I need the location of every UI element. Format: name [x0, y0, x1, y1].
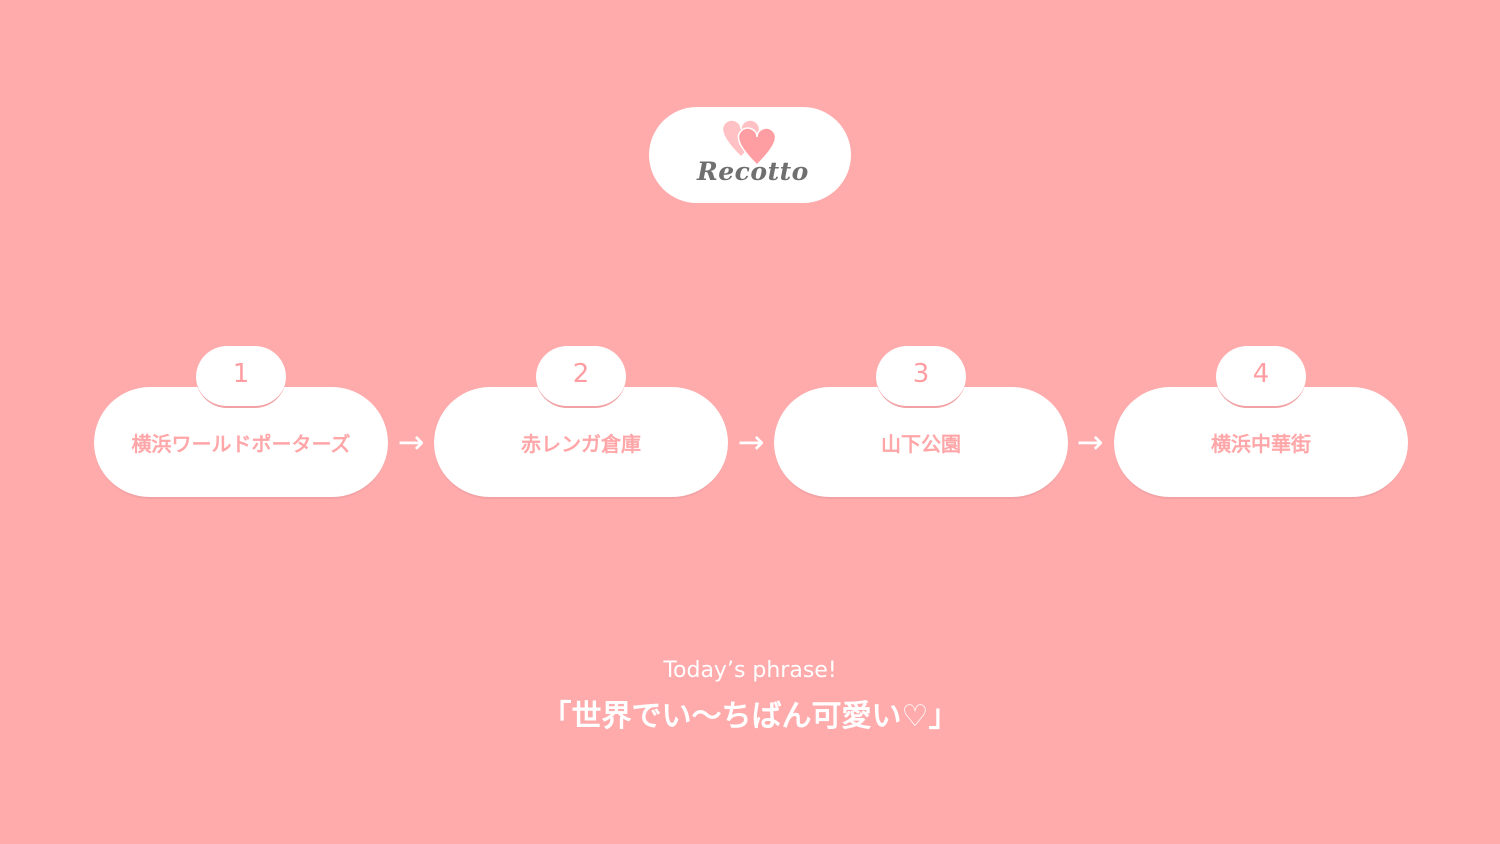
step-place-name: 横浜中華街 [1211, 432, 1311, 456]
step-number: 2 [572, 359, 590, 389]
step-place-name: 横浜ワールドポーターズ [131, 432, 351, 456]
step-number: 3 [912, 359, 930, 389]
step-number-badge: 2 [536, 346, 626, 408]
step-place-name: 山下公園 [881, 432, 961, 456]
step-number: 4 [1252, 359, 1270, 389]
phrase-text: 「世界でい〜ちばん可愛い♡」 [541, 699, 959, 734]
step-number-badge: 4 [1216, 346, 1306, 408]
arrow-right-icon: → [1076, 423, 1104, 461]
route-step-2: 2 赤レンガ倉庫 [434, 346, 728, 501]
arrow-right-icon: → [737, 423, 765, 461]
phrase-label: Today’s phrase! [663, 658, 837, 683]
logo-wordmark: Recotto [697, 157, 809, 186]
arrow-right-icon: → [397, 423, 425, 461]
logo-badge: Recotto [649, 107, 851, 203]
step-number: 1 [232, 359, 250, 389]
route-step-3: 3 山下公園 [774, 346, 1068, 501]
step-number-badge: 3 [876, 346, 966, 408]
route-step-1: 1 横浜ワールドポーターズ [94, 346, 388, 501]
route-step-4: 4 横浜中華街 [1114, 346, 1408, 501]
step-place-name: 赤レンガ倉庫 [521, 432, 641, 456]
step-number-badge: 1 [196, 346, 286, 408]
